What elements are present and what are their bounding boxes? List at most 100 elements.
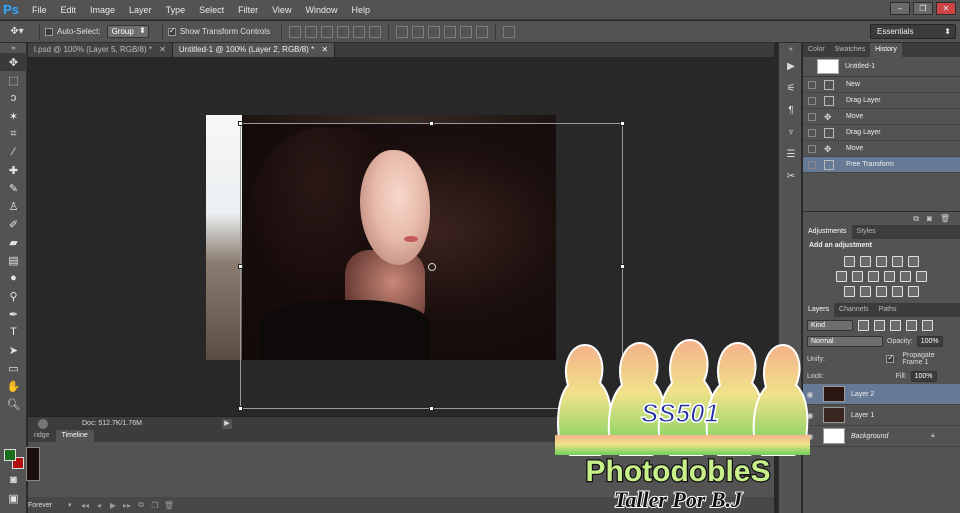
gradient-map-icon[interactable] [892,286,903,297]
dodge-tool-icon[interactable]: ⚲ [0,287,27,305]
menu-file[interactable]: File [25,0,54,20]
quick-mask-icon[interactable]: ◙ [0,471,27,489]
tab-layers[interactable]: Layers [803,303,835,317]
filter-pixel-icon[interactable] [858,320,869,331]
selective-color-icon[interactable] [908,286,919,297]
posterize-icon[interactable] [860,286,871,297]
menu-layer[interactable]: Layer [122,0,159,20]
invert-icon[interactable] [844,286,855,297]
toolbar-collapse-icon[interactable]: » [0,43,27,53]
paragraph-icon[interactable]: ¶ [779,99,803,121]
photo-filter-icon[interactable] [884,271,895,282]
transform-handle-t[interactable] [429,121,434,126]
history-step[interactable]: Drag Layer [803,125,960,141]
menu-edit[interactable]: Edit [54,0,84,20]
blend-mode-dropdown[interactable]: Normal [807,336,883,347]
transform-pivot-icon[interactable] [428,263,436,271]
filter-shape-icon[interactable] [906,320,917,331]
zoom-tool-icon[interactable]: 🔍︎ [0,395,27,413]
auto-select-dropdown[interactable]: Group [106,25,149,38]
close-button[interactable]: ✕ [936,2,956,15]
properties-icon[interactable]: ☰ [779,143,803,165]
doc-tab-1[interactable]: l.psd @ 100% (Layer 5, RGB/8) * ✕ [28,43,173,57]
tab-styles[interactable]: Styles [852,225,881,239]
blur-tool-icon[interactable]: ● [0,269,27,287]
camera-icon[interactable]: ◙ [927,214,932,223]
status-menu-arrow[interactable]: ▶ [222,418,232,429]
distribute-bottom-icon[interactable] [428,25,441,38]
exposure-icon[interactable] [892,256,903,267]
distribute-top-icon[interactable] [396,25,409,38]
eyedropper-tool-icon[interactable]: ⁄ [0,143,27,161]
align-left-icon[interactable] [337,25,350,38]
filter-type-icon[interactable] [890,320,901,331]
history-step[interactable]: New [803,77,960,93]
transform-handle-bl[interactable] [238,406,243,411]
hand-tool-icon[interactable]: ✋ [0,377,27,395]
filter-smart-object-icon[interactable] [922,320,933,331]
crop-tool-icon[interactable]: ⌗ [0,125,27,143]
close-icon[interactable]: ✕ [159,45,166,54]
auto-align-icon[interactable] [503,25,516,38]
align-hcenter-icon[interactable] [353,25,366,38]
doc-tab-2[interactable]: Untitled-1 @ 100% (Layer 2, RGB/8) * ✕ [172,43,336,57]
type-tool-icon[interactable]: T [0,323,27,341]
tab-adjustments[interactable]: Adjustments [803,225,852,239]
transform-handle-tr[interactable] [620,121,625,126]
filter-adjustment-icon[interactable] [874,320,885,331]
tab-mini-bridge[interactable]: ridge [28,430,56,442]
history-checkbox[interactable] [808,96,816,105]
lasso-tool-icon[interactable]: ↄ [0,89,27,107]
tween-icon[interactable]: ⧉ [134,500,148,510]
menu-image[interactable]: Image [83,0,122,20]
history-step[interactable]: ✥ Move [803,109,960,125]
transform-handle-b[interactable] [429,406,434,411]
tool-presets-icon[interactable]: ✂ [779,165,803,187]
play-button[interactable]: ▶ [106,501,120,510]
black-white-icon[interactable] [868,271,879,282]
propagate-checkbox[interactable] [886,355,895,363]
tab-history[interactable]: History [870,43,902,57]
pen-tool-icon[interactable]: ✒ [0,305,27,323]
channel-mixer-icon[interactable] [900,271,911,282]
history-brush-tool-icon[interactable]: ✐ [0,215,27,233]
history-step[interactable]: Drag Layer [803,93,960,109]
threshold-icon[interactable] [876,286,887,297]
vibrance-icon[interactable] [908,256,919,267]
align-bottom-icon[interactable] [321,25,334,38]
align-top-icon[interactable] [289,25,302,38]
history-checkbox[interactable] [808,80,816,89]
menu-help[interactable]: Help [344,0,377,20]
history-step[interactable]: ✥ Move [803,141,960,157]
timeline-frame-thumbnail[interactable] [26,447,40,481]
eraser-tool-icon[interactable]: ▰ [0,233,27,251]
history-step-selected[interactable]: Free Transform [803,157,960,173]
transform-handle-tl[interactable] [238,121,243,126]
curves-icon[interactable] [876,256,887,267]
trash-icon[interactable]: 🗑︎ [940,214,950,223]
brush-preset-icon[interactable]: ♆ [779,121,803,143]
tab-channels[interactable]: Channels [834,303,874,317]
shape-tool-icon[interactable]: ▭ [0,359,27,377]
play-actions-icon[interactable]: ▶ [779,55,803,77]
clone-stamp-tool-icon[interactable]: ♙ [0,197,27,215]
align-vcenter-icon[interactable] [305,25,318,38]
maximize-button[interactable]: ❐ [913,2,933,15]
layer-row[interactable]: ◉ Layer 1 [803,405,960,426]
tab-timeline[interactable]: Timeline [55,430,94,442]
distribute-left-icon[interactable] [444,25,457,38]
screen-mode-icon[interactable]: ▣ [0,489,27,507]
history-checkbox[interactable] [808,160,816,169]
chevron-down-icon[interactable]: ▾ [68,501,78,509]
hue-saturation-icon[interactable] [836,271,847,282]
healing-brush-tool-icon[interactable]: ✚ [0,161,27,179]
first-frame-button[interactable]: ◂◂ [78,501,92,510]
menu-view[interactable]: View [265,0,298,20]
move-tool-preset-icon[interactable]: ✥▾ [0,26,34,37]
auto-select-checkbox[interactable] [45,27,53,36]
color-lookup-icon[interactable] [916,271,927,282]
trash-icon[interactable]: 🗑︎ [162,501,176,510]
minimize-button[interactable]: – [890,2,910,15]
gradient-tool-icon[interactable]: ▤ [0,251,27,269]
fill-field[interactable]: 100% [910,371,937,382]
